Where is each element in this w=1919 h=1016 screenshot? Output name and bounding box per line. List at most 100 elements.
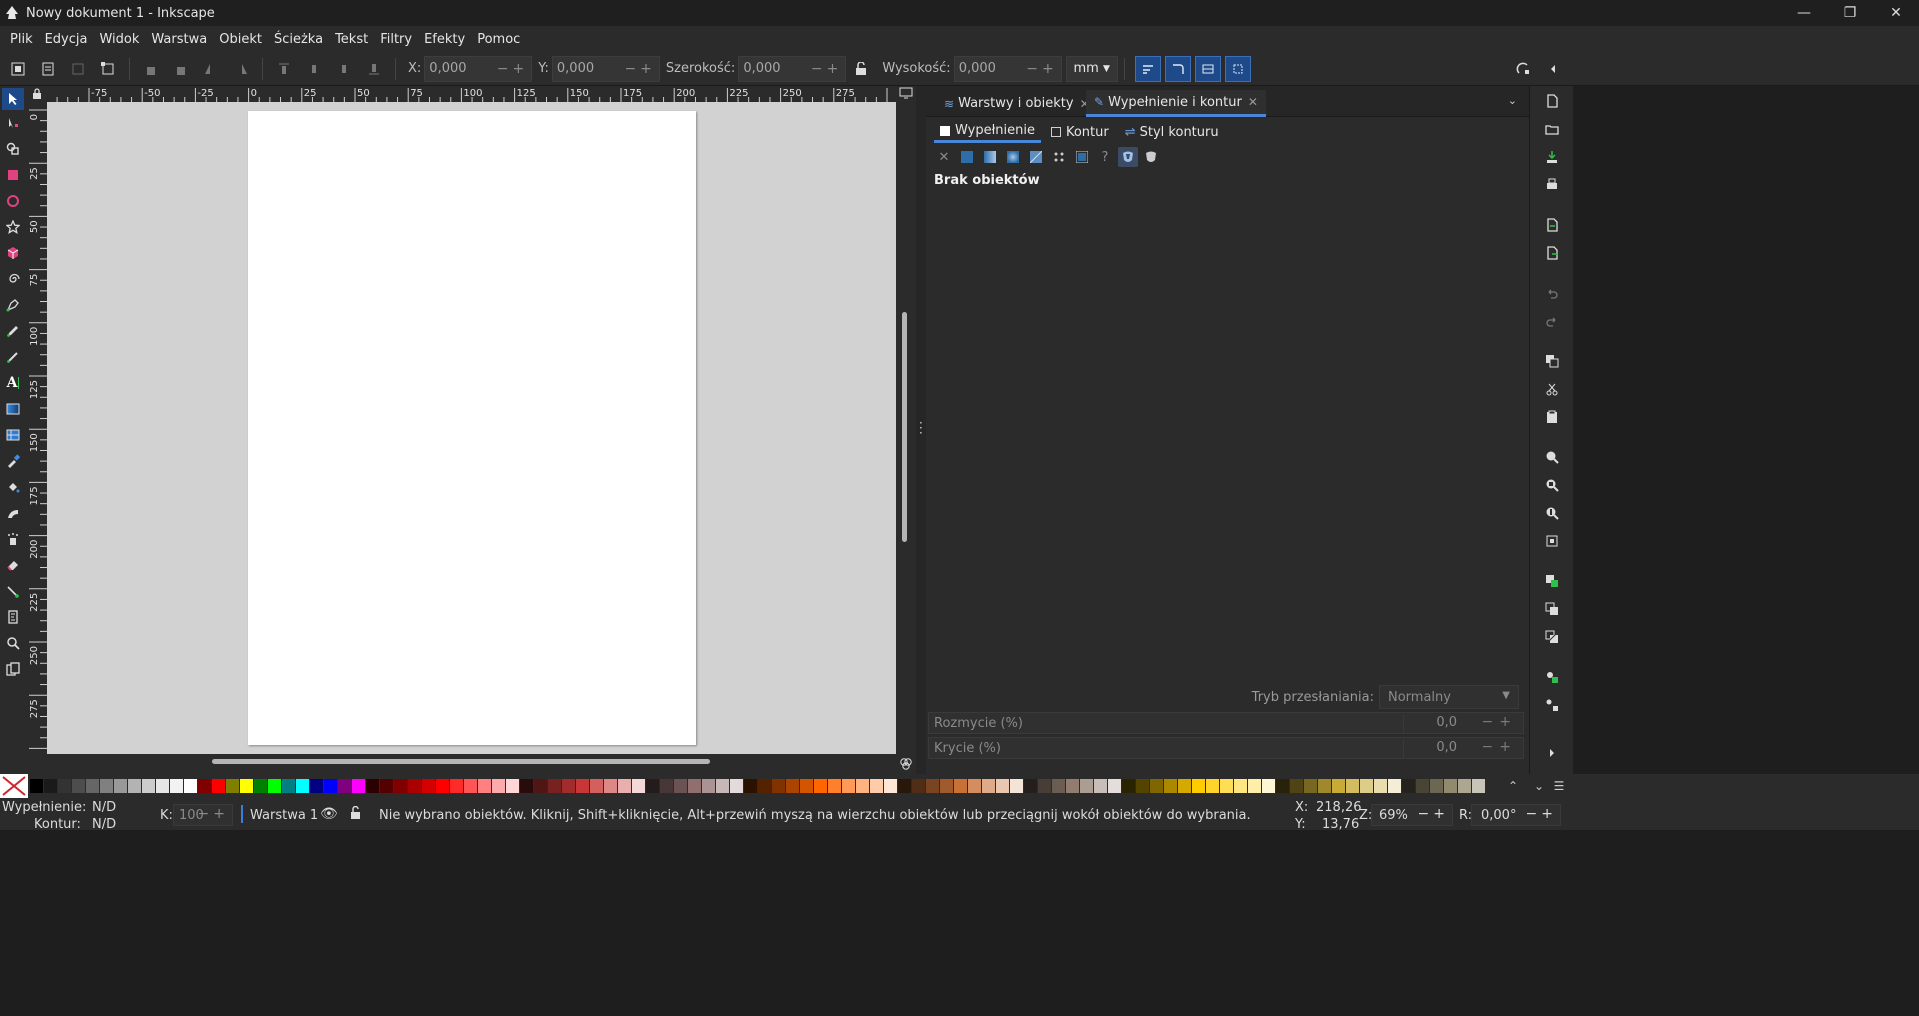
width-stepper[interactable]: −+ — [811, 61, 842, 77]
menu-text[interactable]: Tekst — [329, 32, 374, 47]
color-swatch[interactable] — [1122, 779, 1135, 793]
fill-rule-nonzero-icon[interactable] — [1141, 147, 1161, 167]
color-swatch[interactable] — [1192, 779, 1205, 793]
ruler-lock-icon[interactable] — [27, 86, 47, 102]
y-stepper[interactable]: −+ — [624, 61, 655, 77]
color-swatch[interactable] — [926, 779, 939, 793]
subtab-fill[interactable]: Wypełnienie — [934, 121, 1041, 143]
new-document-icon[interactable] — [1541, 90, 1563, 112]
color-swatch[interactable] — [884, 779, 897, 793]
color-swatch[interactable] — [198, 779, 211, 793]
color-swatch[interactable] — [996, 779, 1009, 793]
color-swatch[interactable] — [660, 779, 673, 793]
splitter-handle-icon[interactable]: · · · — [919, 417, 923, 439]
ungroup-icon[interactable] — [1541, 694, 1563, 716]
pages-tool-icon[interactable] — [2, 658, 24, 680]
zoom-drawing-icon[interactable] — [1541, 474, 1563, 496]
connector-tool-icon[interactable] — [2, 580, 24, 602]
fill-rule-evenodd-icon[interactable] — [1118, 147, 1138, 167]
rotate-cw-icon[interactable] — [169, 57, 193, 81]
color-swatch[interactable] — [184, 779, 197, 793]
color-swatch[interactable] — [520, 779, 533, 793]
color-swatch[interactable] — [772, 779, 785, 793]
scale-stroke-icon[interactable] — [1134, 55, 1161, 82]
color-swatch[interactable] — [142, 779, 155, 793]
lower-icon[interactable] — [332, 57, 356, 81]
color-swatch[interactable] — [730, 779, 743, 793]
save-icon[interactable] — [1541, 146, 1563, 168]
color-swatch[interactable] — [674, 779, 687, 793]
color-swatch[interactable] — [1052, 779, 1065, 793]
spray-tool-icon[interactable] — [2, 528, 24, 550]
restore-icon[interactable]: ❐ — [1827, 0, 1873, 26]
zoom-page-icon[interactable] — [1541, 502, 1563, 524]
eraser-tool-icon[interactable] — [2, 554, 24, 576]
current-layer-name[interactable]: Warstwa 1 — [250, 808, 318, 823]
color-swatch[interactable] — [44, 779, 57, 793]
display-mode-icon[interactable] — [897, 86, 915, 100]
color-swatch[interactable] — [814, 779, 827, 793]
transform-icon[interactable] — [96, 57, 120, 81]
color-swatch[interactable] — [1262, 779, 1275, 793]
selector-tool-icon[interactable] — [2, 88, 24, 110]
palette-menu-icon[interactable]: ☰ — [1550, 777, 1568, 795]
color-swatch[interactable] — [156, 779, 169, 793]
lock-ratio-icon[interactable] — [849, 57, 873, 81]
color-swatch[interactable] — [1038, 779, 1051, 793]
color-swatch[interactable] — [562, 779, 575, 793]
document-page[interactable] — [248, 111, 696, 745]
color-swatch[interactable] — [1402, 779, 1415, 793]
scale-corners-icon[interactable] — [1164, 55, 1191, 82]
commands-expand-icon[interactable] — [1541, 742, 1563, 764]
color-swatch[interactable] — [982, 779, 995, 793]
menu-file[interactable]: Plik — [4, 32, 39, 47]
color-swatch[interactable] — [240, 779, 253, 793]
color-swatch[interactable] — [1080, 779, 1093, 793]
color-swatch[interactable] — [450, 779, 463, 793]
color-swatch[interactable] — [1472, 779, 1485, 793]
color-swatch[interactable] — [366, 779, 379, 793]
color-swatch[interactable] — [688, 779, 701, 793]
color-swatch[interactable] — [548, 779, 561, 793]
rotation-input[interactable]: 0,00° −+ — [1471, 804, 1561, 826]
color-swatch[interactable] — [1206, 779, 1219, 793]
zoom-tool-icon[interactable] — [2, 632, 24, 654]
color-swatch[interactable] — [128, 779, 141, 793]
undo-icon[interactable] — [1541, 282, 1563, 304]
blend-mode-select[interactable]: Normalny ▼ — [1379, 685, 1519, 709]
layer-lock-icon[interactable] — [350, 805, 362, 824]
print-icon[interactable] — [1541, 174, 1563, 196]
zoom-stepper[interactable]: −+ — [1418, 806, 1449, 822]
snap-toggle-icon[interactable] — [1511, 57, 1535, 81]
color-swatch[interactable] — [1234, 779, 1247, 793]
color-swatch[interactable] — [1416, 779, 1429, 793]
menu-filters[interactable]: Filtry — [374, 32, 418, 47]
color-swatch[interactable] — [464, 779, 477, 793]
no-color-swatch[interactable] — [0, 774, 28, 798]
subtab-stroke[interactable]: Kontur — [1045, 121, 1115, 143]
dock-menu-chevron-icon[interactable]: ⌄ — [1508, 94, 1517, 107]
snap-options-chevron-icon[interactable] — [1541, 57, 1565, 81]
color-swatch[interactable] — [758, 779, 771, 793]
color-swatch[interactable] — [1066, 779, 1079, 793]
color-swatch[interactable] — [282, 779, 295, 793]
color-swatch[interactable] — [380, 779, 393, 793]
unlink-clone-icon[interactable] — [1541, 626, 1563, 648]
color-swatch[interactable] — [1304, 779, 1317, 793]
cut-icon[interactable] — [1541, 378, 1563, 400]
color-swatch[interactable] — [296, 779, 309, 793]
color-swatch[interactable] — [1374, 779, 1387, 793]
color-swatch[interactable] — [1248, 779, 1261, 793]
color-swatch[interactable] — [702, 779, 715, 793]
3d-box-tool-icon[interactable] — [2, 242, 24, 264]
blur-value[interactable]: 0,0 — [1403, 715, 1463, 733]
color-swatch[interactable] — [170, 779, 183, 793]
subtab-stroke-style[interactable]: ⇌ Styl konturu — [1119, 121, 1225, 143]
zoom-input[interactable]: 69% −+ — [1371, 804, 1453, 826]
color-swatch[interactable] — [716, 779, 729, 793]
color-swatch[interactable] — [870, 779, 883, 793]
stroke-indicator-value[interactable]: N/D — [92, 817, 116, 832]
tab-fill-stroke[interactable]: ✎ Wypełnienie i kontur ✕ — [1086, 90, 1266, 117]
color-swatch[interactable] — [72, 779, 85, 793]
export-icon[interactable] — [1541, 242, 1563, 264]
